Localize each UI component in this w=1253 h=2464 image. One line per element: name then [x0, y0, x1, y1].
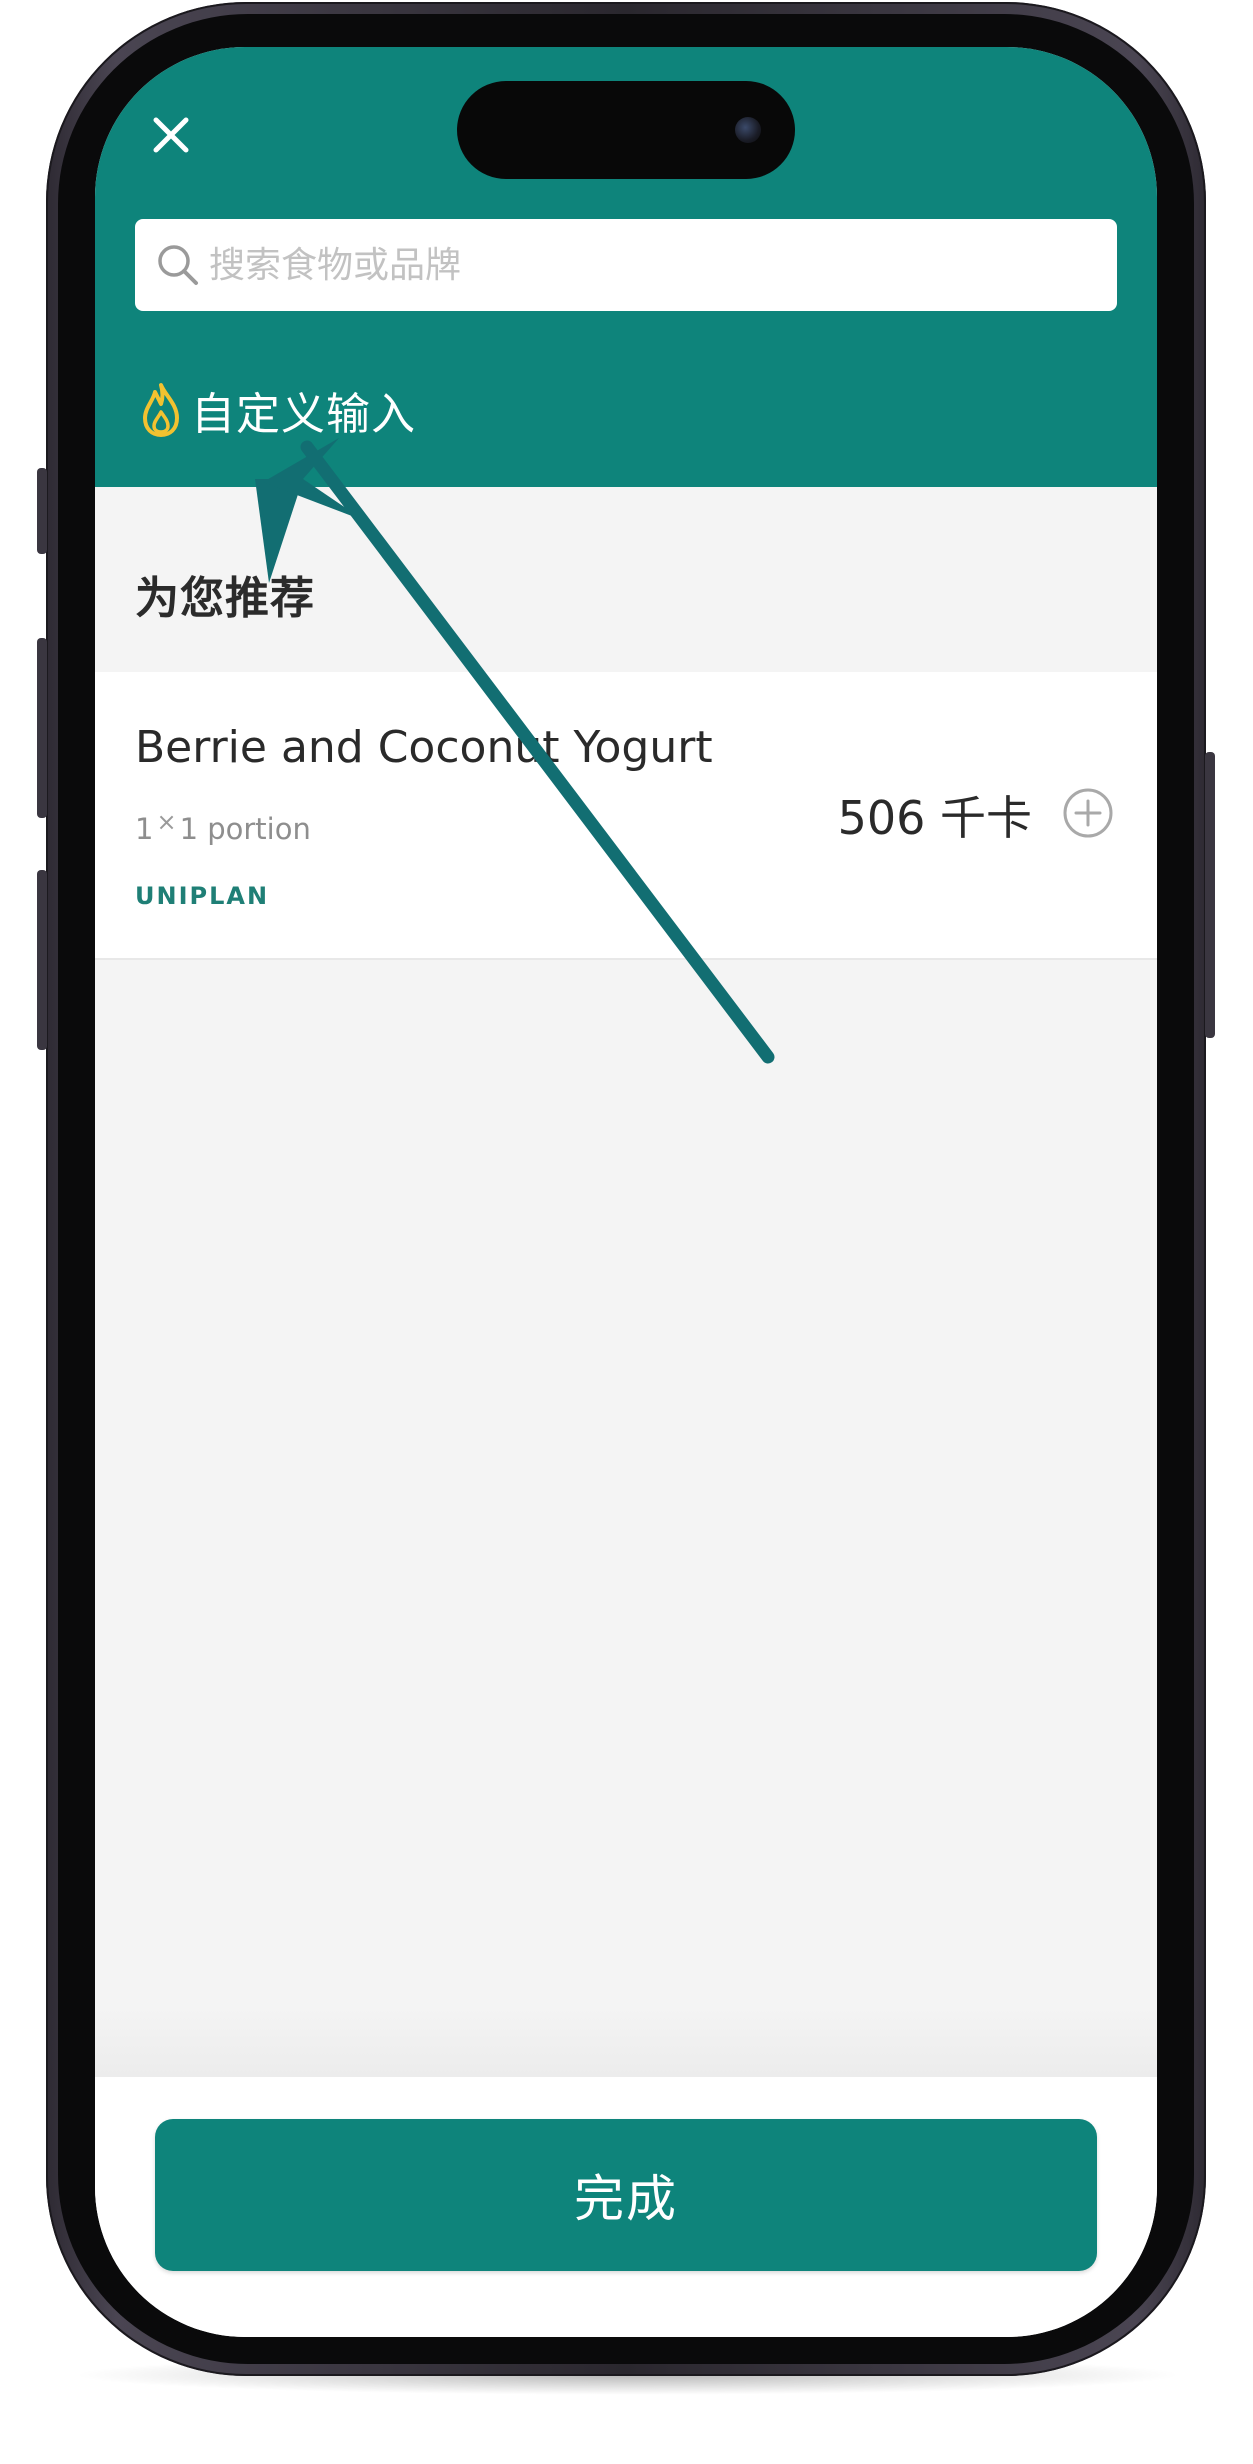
close-button[interactable]	[145, 109, 197, 161]
search-icon	[155, 242, 201, 288]
bottom-bar: 完成	[95, 2077, 1157, 2337]
add-food-button[interactable]	[1061, 786, 1115, 840]
close-icon	[153, 117, 189, 153]
recommendations-title: 为您推荐	[135, 573, 315, 624]
custom-entry-button[interactable]: 自定义输入	[139, 377, 416, 443]
power-button	[1205, 752, 1215, 1038]
volume-down-button	[37, 870, 47, 1050]
food-name: Berrie and Coconut Yogurt	[135, 722, 713, 773]
search-bar[interactable]	[135, 219, 1117, 311]
search-input[interactable]	[209, 244, 1069, 286]
dynamic-island	[457, 81, 795, 179]
food-brand: UNIPLAN	[135, 882, 270, 910]
front-camera	[735, 117, 761, 143]
custom-entry-label: 自定义输入	[191, 389, 416, 440]
phone-screen: 自定义输入 为您推荐 Berrie and Coconut Yogurt 1×1…	[95, 47, 1157, 2337]
flame-icon	[139, 381, 183, 439]
food-quantity: 1	[135, 812, 154, 846]
food-list-item[interactable]: Berrie and Coconut Yogurt 1 × 1 portion UN…	[95, 672, 1157, 960]
silent-switch	[37, 468, 47, 554]
content-fade	[95, 2007, 1157, 2077]
volume-up-button	[37, 638, 47, 818]
food-portion-size: 1 portion	[179, 812, 311, 846]
food-portion: 1 × 1 portion	[135, 808, 311, 846]
done-button[interactable]: 完成	[155, 2119, 1097, 2271]
app-header: 自定义输入	[95, 47, 1157, 487]
plus-circle-icon	[1063, 788, 1113, 838]
multiply-icon: ×	[156, 808, 177, 836]
food-calories: 506 千卡	[837, 791, 1032, 845]
